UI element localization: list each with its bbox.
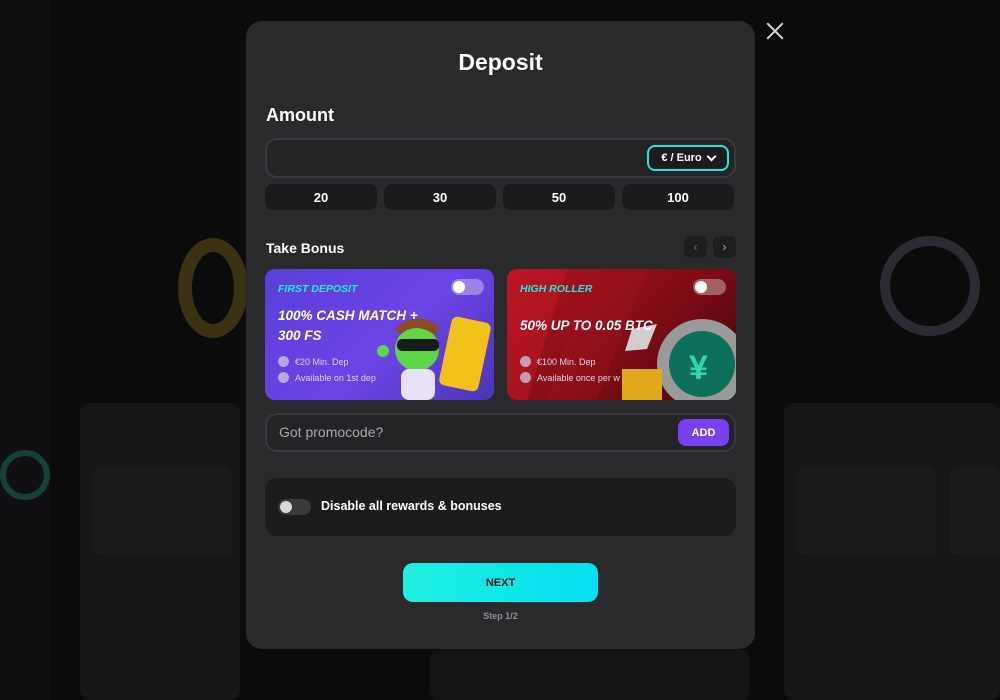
bg-tile-right-2 — [950, 467, 1000, 555]
bonus-prev-button[interactable]: ‹ — [684, 236, 707, 258]
bg-badge-gold — [178, 238, 248, 338]
bg-card-center — [430, 650, 750, 700]
bonus-tag: FIRST DEPOSIT — [278, 283, 358, 295]
bonus-availability: Available on 1st dep — [278, 372, 376, 383]
svg-text:¥: ¥ — [689, 349, 708, 387]
toggle-knob — [280, 501, 292, 513]
modal-title: Deposit — [458, 49, 543, 75]
preset-amount-button[interactable]: 100 — [622, 184, 734, 210]
bonus-tag: HIGH ROLLER — [520, 283, 593, 295]
toggle-knob — [453, 281, 465, 293]
coin-icon — [520, 356, 531, 367]
bonus-toggle[interactable] — [451, 279, 484, 295]
amount-field[interactable]: € / Euro — [265, 138, 736, 178]
promocode-field[interactable]: ADD — [265, 413, 736, 452]
currency-select[interactable]: € / Euro — [647, 145, 729, 171]
bonus-toggle[interactable] — [693, 279, 726, 295]
bonus-next-button[interactable]: › — [713, 236, 736, 258]
bonus-card-first-deposit[interactable]: FIRST DEPOSIT 100% CASH MATCH + 300 FS €… — [265, 269, 494, 400]
coin-icon — [278, 356, 289, 367]
deposit-modal: Deposit Amount € / Euro 20 30 50 100 Tak… — [246, 21, 755, 649]
preset-amount-button[interactable]: 30 — [384, 184, 496, 210]
preset-amount-button[interactable]: 20 — [265, 184, 377, 210]
bg-column-left — [0, 0, 50, 700]
bg-tile-right — [796, 467, 936, 555]
bonus-min-dep: €20 Min. Dep — [278, 356, 349, 367]
next-button[interactable]: NEXT — [403, 563, 598, 602]
step-indicator: Step 1/2 — [483, 611, 518, 621]
promocode-input[interactable] — [279, 424, 579, 440]
bg-tile-left — [92, 467, 232, 555]
bonus-availability: Available once per w — [520, 372, 620, 383]
disable-bonuses-toggle[interactable] — [278, 499, 311, 515]
bg-badge-teal — [0, 450, 50, 500]
min-dep-text: €100 Min. Dep — [537, 356, 596, 367]
chevron-down-icon — [706, 151, 717, 161]
amount-label: Amount — [266, 105, 334, 125]
preset-amount-button[interactable]: 50 — [503, 184, 615, 210]
clock-icon — [520, 372, 531, 383]
disable-bonuses-label: Disable all rewards & bonuses — [321, 499, 502, 513]
bonus-min-dep: €100 Min. Dep — [520, 356, 596, 367]
bonus-headline: 50% UP TO 0.05 BTC — [520, 318, 653, 333]
chevron-right-icon: › — [722, 240, 727, 254]
add-promocode-button[interactable]: ADD — [678, 419, 729, 446]
availability-text: Available once per w — [537, 372, 620, 383]
toggle-knob — [695, 281, 707, 293]
currency-value: € / Euro — [661, 152, 702, 164]
close-icon[interactable] — [764, 20, 786, 42]
clock-icon — [278, 372, 289, 383]
take-bonus-label: Take Bonus — [266, 240, 345, 256]
bonus-headline: 100% CASH MATCH + 300 FS — [278, 308, 418, 343]
disable-bonuses-box: Disable all rewards & bonuses — [265, 478, 736, 536]
bg-badge-diamond — [880, 236, 980, 336]
bonus-card-high-roller[interactable]: ¥ HIGH ROLLER 50% UP TO 0.05 BTC €100 Mi… — [507, 269, 736, 400]
min-dep-text: €20 Min. Dep — [295, 356, 349, 367]
chevron-left-icon: ‹ — [693, 240, 698, 254]
availability-text: Available on 1st dep — [295, 372, 376, 383]
